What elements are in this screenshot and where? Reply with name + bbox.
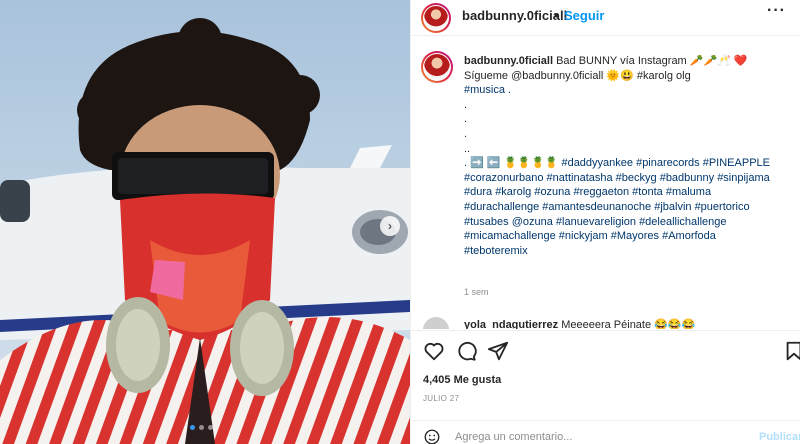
caption-line: .: [464, 98, 468, 111]
caption-line: .: [464, 113, 468, 126]
bookmark-icon[interactable]: [783, 340, 800, 362]
header-username[interactable]: badbunny.0ficiall: [462, 8, 567, 23]
caption-line: ..: [464, 142, 471, 155]
action-bar: [411, 330, 800, 370]
carousel-dots: [190, 425, 213, 430]
emoji-icon[interactable]: [423, 428, 441, 444]
post-date[interactable]: JULIO 27: [423, 394, 459, 403]
caption-line[interactable]: #durachallenge #amantesdeunanoche #jbalv…: [464, 200, 794, 215]
caption-line: Sígueme @badbunny.0ficiall 🌞😃 #karolg ol…: [464, 69, 691, 82]
caption-line[interactable]: #teboteremix: [464, 244, 794, 259]
caption-line: .: [464, 127, 468, 140]
caption-line[interactable]: #dura #karolg #ozuna #reggaeton #tonta #…: [464, 185, 794, 200]
caption-line[interactable]: #corazonurbano #nattinatasha #beckyg #ba…: [464, 171, 794, 186]
comment: yola_ndagutierrez Meeeeera Péinate 😂😂😂: [464, 318, 695, 329]
post-header: badbunny.0ficiall • Seguir ···: [411, 0, 800, 36]
post-photo: [0, 0, 410, 444]
caption-line[interactable]: #micamachallenge #nickyjam #Mayores #Amo…: [464, 229, 794, 244]
header-separator: •: [554, 8, 559, 23]
carousel-dot: [199, 425, 204, 430]
comment-avatar[interactable]: [423, 317, 449, 329]
carousel-dot-active: [190, 425, 195, 430]
more-options-icon[interactable]: ···: [767, 2, 786, 20]
caption-username[interactable]: badbunny.0ficiall: [464, 55, 553, 67]
comment-icon[interactable]: [455, 340, 477, 362]
add-comment-bar: Publicar: [411, 420, 800, 444]
follow-button[interactable]: Seguir: [564, 8, 604, 23]
comment-input[interactable]: [455, 431, 735, 443]
heart-icon[interactable]: [423, 340, 445, 362]
caption-line: Bad BUNNY vía Instagram 🥕🥕🥂 ❤️: [556, 55, 748, 67]
caption-line[interactable]: . ➡️ ⬅️ 🍍🍍🍍🍍 #daddyyankee #pinarecords #…: [464, 156, 794, 171]
caption-line[interactable]: #musica .: [464, 83, 794, 98]
comment-username[interactable]: yola_ndagutierrez: [464, 319, 558, 329]
post-comment-button[interactable]: Publicar: [759, 431, 800, 443]
carousel-next-button[interactable]: ›: [380, 216, 400, 236]
comments-section[interactable]: badbunny.0ficiall Bad BUNNY vía Instagra…: [411, 37, 800, 329]
likes-count[interactable]: 4,405 Me gusta: [423, 374, 501, 386]
post-media[interactable]: ›: [0, 0, 410, 444]
avatar[interactable]: [421, 3, 451, 33]
comment-text: Meeeeera Péinate 😂😂😂: [561, 319, 696, 329]
caption-line[interactable]: #tusabes @ozuna #lanuevareligion #deleal…: [464, 215, 794, 230]
caption-time[interactable]: 1 sem: [464, 287, 489, 297]
share-icon[interactable]: [487, 340, 509, 362]
caption-avatar[interactable]: [421, 51, 453, 83]
post-side-panel: badbunny.0ficiall • Seguir ··· badbunny.…: [410, 0, 800, 444]
caption: badbunny.0ficiall Bad BUNNY vía Instagra…: [464, 54, 794, 258]
carousel-dot: [208, 425, 213, 430]
